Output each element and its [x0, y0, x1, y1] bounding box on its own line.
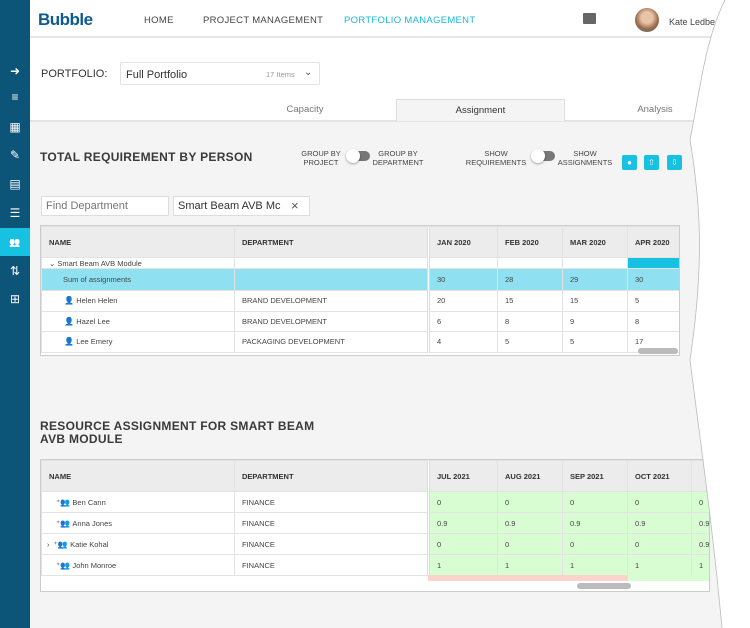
torn-edge: [689, 0, 750, 628]
tab-assignment[interactable]: Assignment: [396, 99, 565, 121]
